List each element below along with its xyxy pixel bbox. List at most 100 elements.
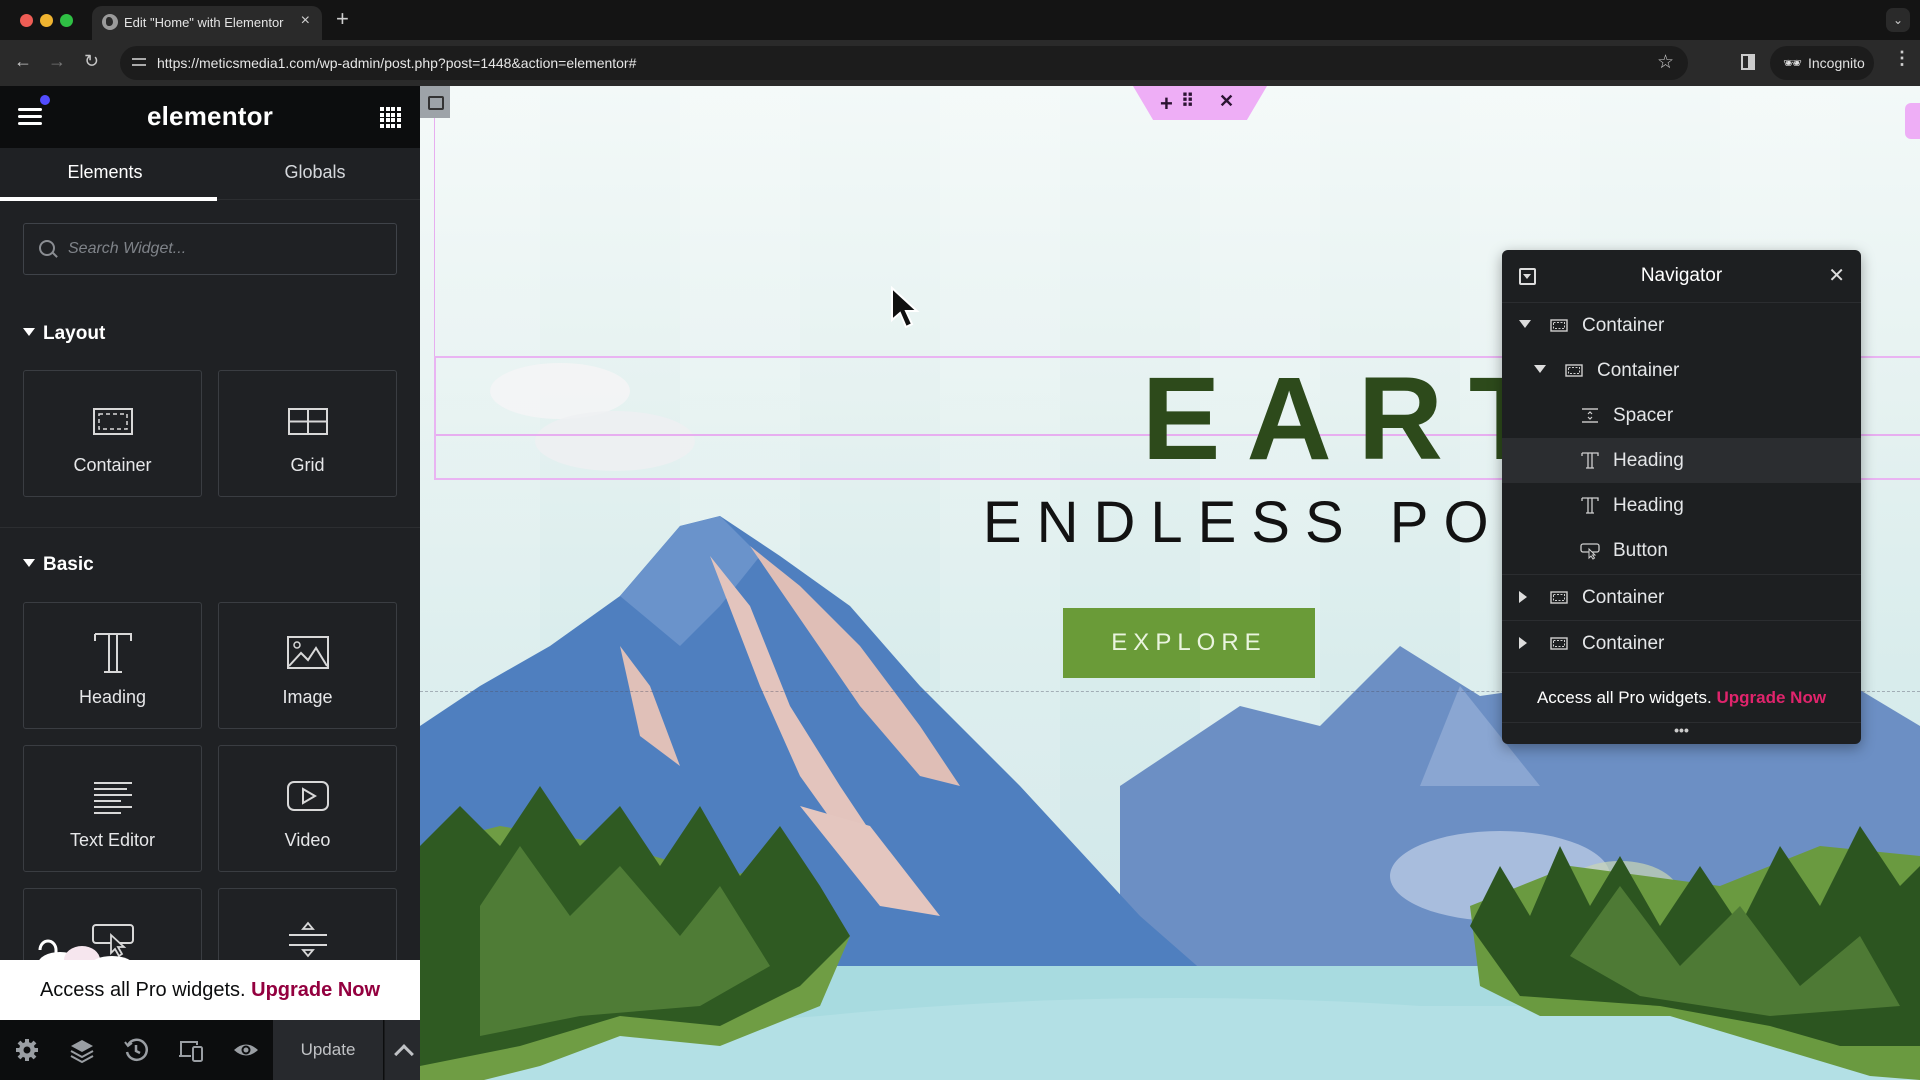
navigator-item-label: Spacer [1613, 405, 1674, 426]
caret-right-icon[interactable] [1519, 637, 1527, 649]
heading-icon [93, 633, 132, 673]
save-options-chevron-up-icon[interactable] [384, 1020, 420, 1080]
elementor-logo: elementor [146, 101, 274, 131]
navigator-close-icon[interactable]: ✕ [1828, 263, 1845, 288]
image-icon [286, 636, 329, 669]
navigator-item-spacer[interactable]: Spacer [1502, 393, 1861, 438]
widget-label: Video [284, 830, 331, 850]
navigator-item-container[interactable]: Container [1502, 303, 1861, 348]
new-tab-button[interactable]: + [336, 6, 349, 32]
widget-label: Grid [290, 455, 325, 475]
site-settings-icon[interactable] [132, 55, 146, 69]
back-button[interactable]: ← [14, 51, 32, 72]
bookmark-star-icon[interactable]: ☆ [1657, 51, 1674, 74]
pro-banner-text: Access all Pro widgets. [39, 979, 246, 1001]
navigator-item-heading[interactable]: Heading [1502, 483, 1861, 528]
spacer-icon [1582, 408, 1598, 423]
window-minimize-button[interactable] [40, 14, 53, 27]
container-icon [1565, 364, 1583, 377]
window-zoom-button[interactable] [60, 14, 73, 27]
divider-icon [288, 921, 327, 958]
settings-icon[interactable] [14, 1037, 40, 1063]
window-close-button[interactable] [20, 14, 33, 27]
container-icon [1550, 637, 1568, 650]
drag-handle-icon[interactable]: ⠿ [1181, 91, 1194, 112]
forward-button[interactable]: → [48, 51, 66, 72]
navigator-promo-text: Access all Pro widgets. [1536, 688, 1712, 707]
side-panel-icon[interactable] [1741, 54, 1755, 70]
tab-elements[interactable]: Elements [0, 148, 217, 201]
caret-down-icon [23, 559, 35, 567]
container-handle-icon[interactable] [420, 86, 450, 118]
elementor-panel: elementor Elements Globals Layout Contai… [0, 86, 420, 1080]
navigator-item-label: Container [1582, 633, 1665, 654]
reload-button[interactable]: ↻ [84, 51, 99, 72]
panel-header: elementor [0, 86, 420, 148]
incognito-indicator[interactable]: 🕶 Incognito [1770, 46, 1874, 80]
section-basic-title: Basic [43, 554, 94, 575]
caret-down-icon[interactable] [1534, 365, 1546, 373]
responsive-mode-icon[interactable] [178, 1037, 204, 1063]
browser-menu-icon[interactable]: ⋮ [1893, 48, 1911, 69]
tab-close-icon[interactable]: × [301, 12, 310, 30]
container-icon [1550, 319, 1568, 332]
navigator-item-label: Heading [1613, 450, 1684, 471]
navigator-item-container[interactable]: Container [1502, 620, 1861, 665]
navigator-item-label: Container [1582, 315, 1665, 336]
browser-tab-active[interactable]: Edit "Home" with Elementor × [92, 6, 322, 40]
section-basic-toggle[interactable]: Basic [23, 554, 94, 576]
widget-image[interactable]: Image [218, 602, 397, 729]
navigator-header[interactable]: Navigator ✕ [1502, 250, 1861, 303]
navigator-item-label: Container [1597, 360, 1680, 381]
history-icon[interactable] [123, 1037, 149, 1063]
section-layout-toggle[interactable]: Layout [23, 323, 105, 345]
navigator-upgrade-now-link[interactable]: Upgrade Now [1716, 688, 1826, 707]
navigator-item-label: Container [1582, 587, 1665, 608]
widget-label: Image [282, 687, 333, 707]
add-section-icon[interactable]: + [1160, 91, 1173, 117]
element-edit-handle[interactable] [1905, 103, 1920, 139]
widget-text-editor[interactable]: Text Editor [23, 745, 202, 872]
section-toolbar: + ⠿ ✕ [1133, 86, 1267, 120]
widget-container[interactable]: Container [23, 370, 202, 497]
globe-icon [102, 14, 118, 30]
tab-globals[interactable]: Globals [210, 148, 420, 200]
address-bar[interactable]: https://meticsmedia1.com/wp-admin/post.p… [120, 46, 1688, 80]
pro-widgets-banner: Access all Pro widgets. Upgrade Now [0, 960, 420, 1020]
navigator-item-container[interactable]: Container [1502, 574, 1861, 619]
widgets-grid-icon[interactable] [380, 107, 401, 128]
heading-icon [1581, 452, 1599, 469]
incognito-label: Incognito [1808, 55, 1865, 71]
text-editor-icon [93, 782, 132, 814]
preview-eye-icon[interactable] [233, 1037, 259, 1063]
tab-title: Edit "Home" with Elementor [124, 15, 284, 30]
caret-right-icon[interactable] [1519, 591, 1527, 603]
search-widget-input[interactable] [68, 224, 388, 274]
video-icon [286, 781, 329, 811]
widget-heading[interactable]: Heading [23, 602, 202, 729]
url-text[interactable]: https://meticsmedia1.com/wp-admin/post.p… [157, 55, 636, 71]
navigator-resize-handle[interactable]: ••• [1502, 722, 1861, 744]
navigator-item-heading[interactable]: Heading [1502, 438, 1861, 483]
search-icon [39, 240, 55, 256]
caret-down-icon[interactable] [1519, 320, 1531, 328]
widget-video[interactable]: Video [218, 745, 397, 872]
grid-icon [287, 408, 328, 435]
browser-toolbar: ← → ↻ https://meticsmedia1.com/wp-admin/… [0, 40, 1920, 86]
delete-section-icon[interactable]: ✕ [1219, 91, 1234, 112]
upgrade-now-link[interactable]: Upgrade Now [251, 979, 380, 1001]
explore-button[interactable]: EXPLORE [1063, 608, 1315, 678]
panel-footer: Update [0, 1020, 420, 1080]
widget-search [23, 223, 397, 275]
navigator-item-container[interactable]: Container [1502, 348, 1861, 393]
navigator-panel[interactable]: Navigator ✕ Container Container Spacer Head… [1502, 250, 1861, 744]
navigator-layers-icon[interactable] [69, 1037, 95, 1063]
navigator-item-button[interactable]: Button [1502, 528, 1861, 573]
mouse-cursor-icon [891, 286, 920, 329]
button-icon [1580, 543, 1600, 560]
section-layout-title: Layout [43, 323, 106, 344]
caret-down-icon [23, 328, 35, 336]
widget-grid[interactable]: Grid [218, 370, 397, 497]
update-button[interactable]: Update [273, 1020, 383, 1080]
tab-search-dropdown[interactable]: ⌄ [1886, 8, 1910, 32]
